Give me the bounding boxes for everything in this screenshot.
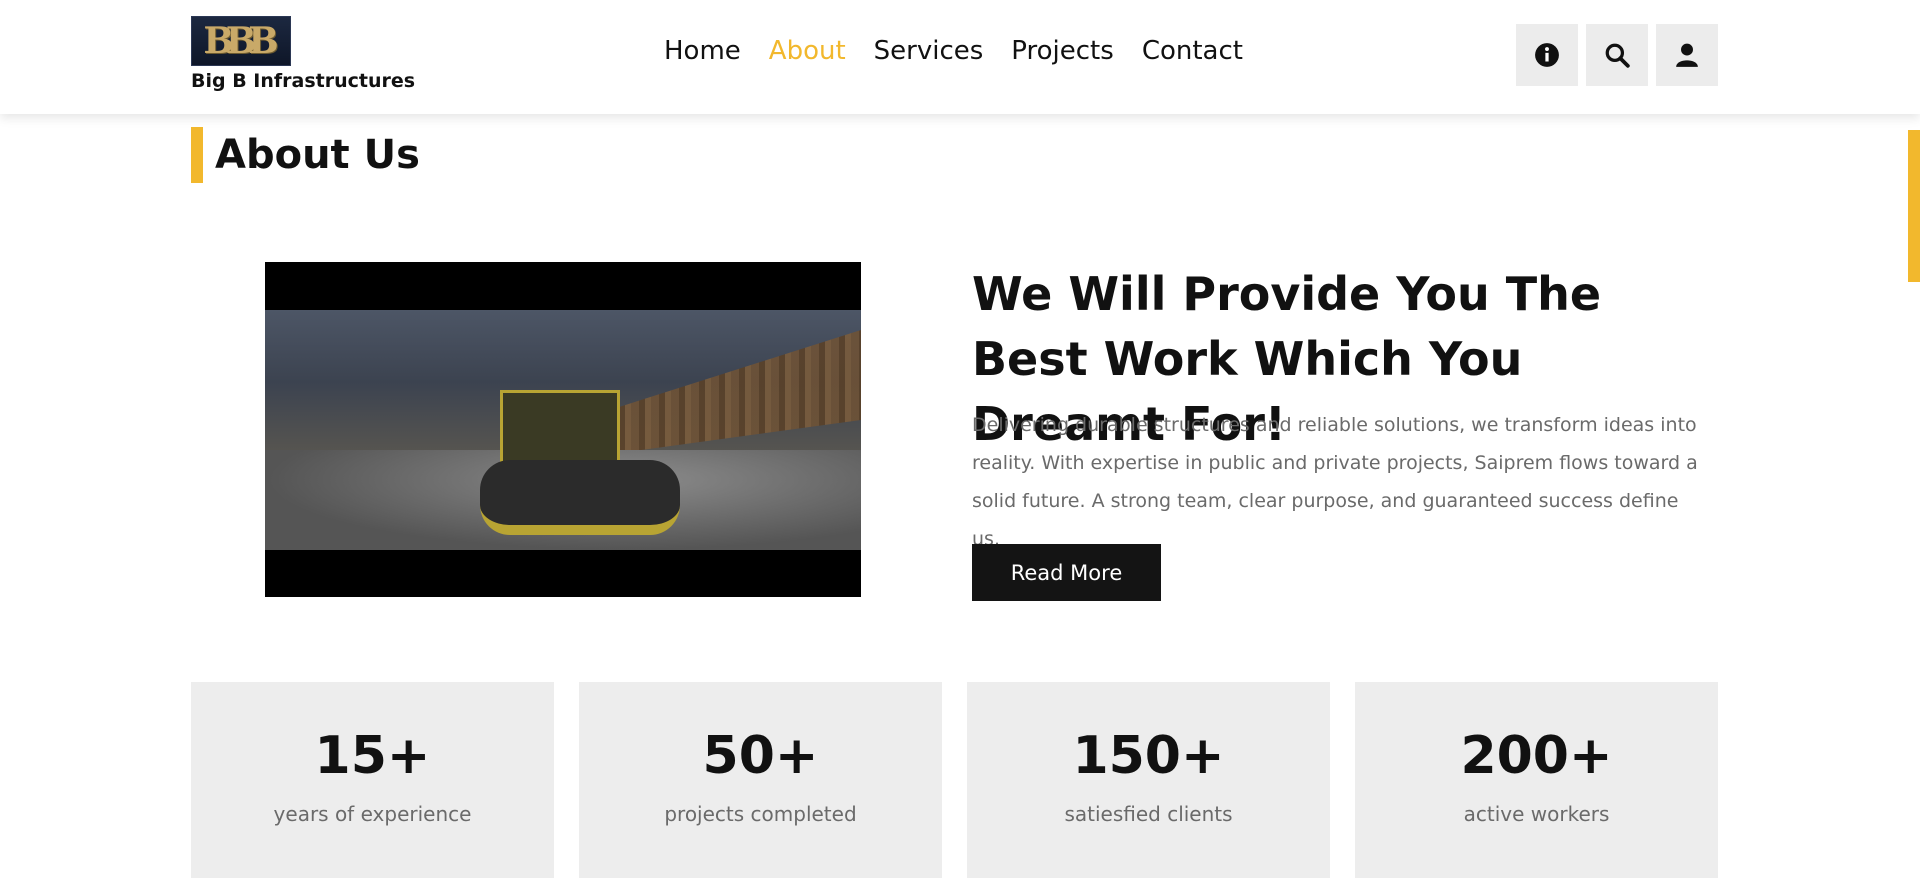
stat-card: 200+ active workers — [1355, 682, 1718, 878]
stat-card: 150+ satiesfied clients — [967, 682, 1330, 878]
stats-row: 15+ years of experience 50+ projects com… — [191, 682, 1718, 878]
logo[interactable]: BBB Big B Infrastructures — [191, 16, 415, 92]
user-icon — [1676, 43, 1698, 67]
info-button[interactable] — [1516, 24, 1578, 86]
stat-card: 50+ projects completed — [579, 682, 942, 878]
info-icon — [1535, 43, 1559, 67]
stat-value: 15+ — [314, 726, 431, 786]
nav-services[interactable]: Services — [874, 36, 984, 66]
header-actions — [1516, 24, 1718, 86]
stat-card: 15+ years of experience — [191, 682, 554, 878]
account-button[interactable] — [1656, 24, 1718, 86]
brand-name[interactable]: Big B Infrastructures — [191, 70, 415, 92]
scrollbar-thumb[interactable] — [1908, 130, 1920, 282]
stat-value: 50+ — [702, 726, 819, 786]
read-more-button[interactable]: Read More — [972, 544, 1161, 601]
stat-label: years of experience — [273, 802, 472, 826]
stat-label: active workers — [1463, 802, 1610, 826]
page-title: About Us — [215, 132, 420, 178]
nav-projects[interactable]: Projects — [1011, 36, 1114, 66]
main-nav: Home About Services Projects Contact — [664, 36, 1271, 66]
video-frame — [265, 310, 861, 550]
logo-text: BBB — [203, 20, 278, 62]
stat-value: 150+ — [1072, 726, 1225, 786]
nav-about[interactable]: About — [769, 36, 846, 66]
heading-accent-bar — [191, 127, 203, 183]
search-icon — [1605, 43, 1630, 68]
about-video[interactable] — [265, 262, 861, 597]
stat-label: projects completed — [664, 802, 857, 826]
stat-value: 200+ — [1460, 726, 1613, 786]
site-header: BBB Big B Infrastructures Home About Ser… — [0, 0, 1920, 114]
nav-home[interactable]: Home — [664, 36, 741, 66]
search-button[interactable] — [1586, 24, 1648, 86]
section-heading: About Us — [191, 127, 420, 183]
about-description: Delivering durable structures and reliab… — [972, 414, 1698, 550]
stat-label: satiesfied clients — [1064, 802, 1233, 826]
logo-image[interactable]: BBB — [191, 16, 291, 66]
nav-contact[interactable]: Contact — [1142, 36, 1243, 66]
road-roller-drum — [480, 460, 680, 535]
